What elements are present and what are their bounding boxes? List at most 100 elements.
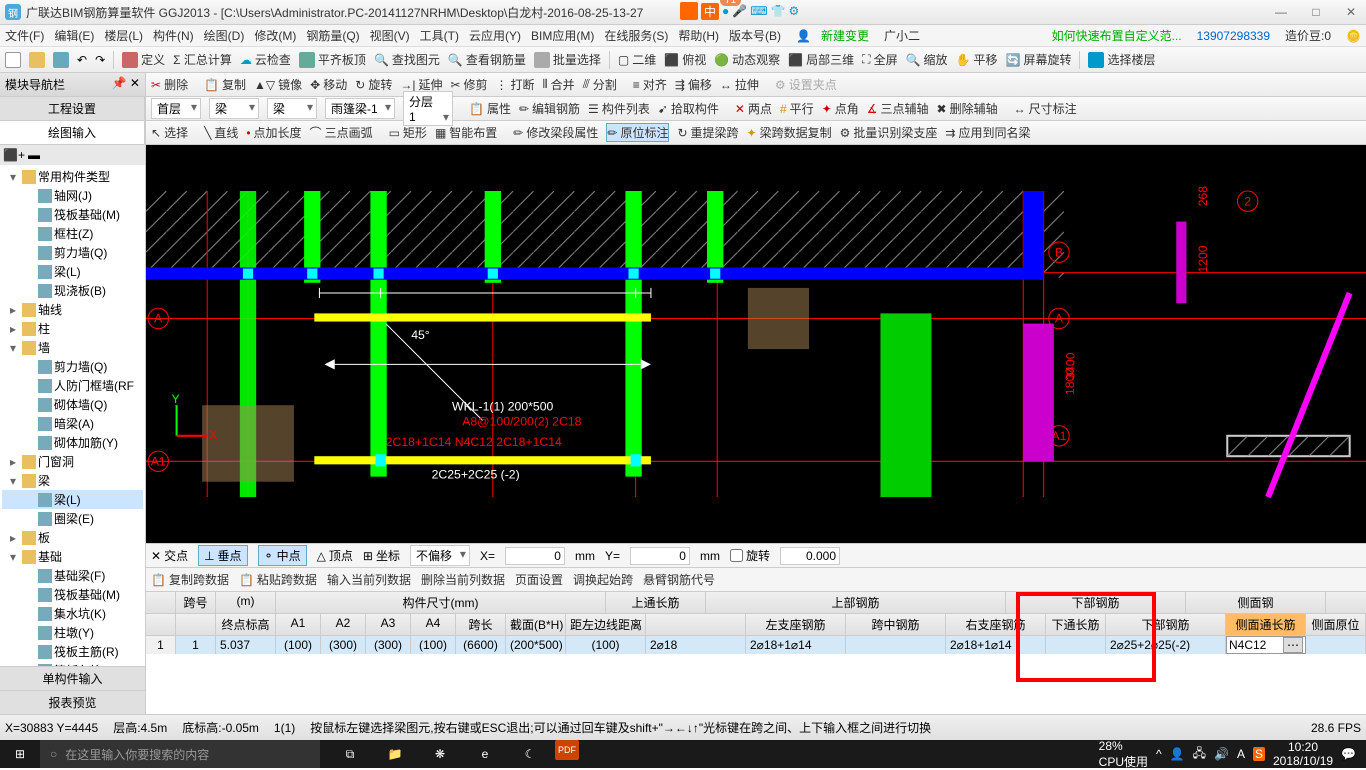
tree-item[interactable]: 筏板主筋(R) [2, 642, 143, 661]
ime-mode[interactable]: 中 [701, 3, 719, 20]
offset-dropdown[interactable]: 不偏移 [410, 545, 470, 566]
new-change-link[interactable]: 新建变更 [821, 27, 869, 44]
tree-item[interactable]: 集水坑(K) [2, 604, 143, 623]
tree-item[interactable]: 筏板基础(M) [2, 205, 143, 224]
coin-icon[interactable]: 🪙 [1346, 29, 1361, 43]
span-copy-button[interactable]: ✦梁跨数据复制 [747, 124, 832, 141]
pick-component-button[interactable]: ➹拾取构件 [658, 100, 719, 117]
move-button[interactable]: ✥移动 [310, 76, 347, 93]
floor-dropdown[interactable]: 首层 [151, 98, 201, 119]
rotate-checkbox[interactable] [730, 549, 743, 562]
tree-item[interactable]: ▸轴线 [2, 300, 143, 319]
two-point-button[interactable]: ✕两点 [735, 100, 772, 117]
menu-component[interactable]: 构件(N) [153, 27, 194, 44]
close-button[interactable]: ✕ [1341, 5, 1361, 19]
drawing-canvas[interactable]: A A1 B A A1 2 45° WKL-1(1) 200*500 A8@10… [146, 145, 1366, 543]
y-input[interactable] [630, 547, 690, 565]
trim-button[interactable]: ✂修剪 [450, 76, 487, 93]
maximize-button[interactable]: □ [1306, 5, 1326, 19]
tree-item[interactable]: 人防门框墙(RF [2, 376, 143, 395]
smart-place-button[interactable]: ▦智能布置 [435, 124, 497, 141]
tree-tool-icon2[interactable]: ▬ [28, 148, 40, 162]
delete-axis-button[interactable]: ✖删除辅轴 [937, 100, 998, 117]
tree-item[interactable]: ▾常用构件类型 [2, 167, 143, 186]
subtype-dropdown[interactable]: 雨篷梁-1 [325, 98, 395, 119]
undo-icon[interactable]: ↶ [77, 53, 87, 67]
copy-span-data-button[interactable]: 📋复制跨数据 [151, 571, 229, 588]
component-list-button[interactable]: ☰构件列表 [588, 100, 650, 117]
copy-button[interactable]: 📋复制 [204, 76, 246, 93]
tree-item[interactable]: ▾梁 [2, 471, 143, 490]
page-setup-button[interactable]: 页面设置 [515, 571, 563, 588]
offset-button[interactable]: ⇶偏移 [675, 76, 712, 93]
point-length-button[interactable]: •点加长度 [246, 124, 301, 141]
tree-item[interactable]: 基础梁(F) [2, 566, 143, 585]
three-axis-button[interactable]: ∡三点辅轴 [867, 100, 929, 117]
taskbar-search[interactable]: ○在这里输入你要搜索的内容 [40, 740, 320, 768]
open-icon[interactable] [29, 52, 45, 68]
tree-item[interactable]: 柱墩(Y) [2, 623, 143, 642]
define-button[interactable]: 定义 [122, 51, 165, 68]
break-button[interactable]: ⋮打断 [496, 76, 535, 93]
split-button[interactable]: ⫻分割 [583, 76, 617, 93]
dynamic-observe-button[interactable]: 🟢动态观察 [714, 51, 780, 68]
angle-input[interactable] [780, 547, 840, 565]
modify-span-button[interactable]: ✏修改梁段属性 [513, 124, 598, 141]
paste-span-data-button[interactable]: 📋粘贴跨数据 [239, 571, 317, 588]
tray-volume-icon[interactable]: 🔊 [1214, 747, 1229, 761]
menu-modify[interactable]: 修改(M) [254, 27, 296, 44]
screen-rotate-button[interactable]: 🔄屏幕旋转 [1006, 51, 1072, 68]
tray-up-icon[interactable]: ^ [1156, 747, 1162, 761]
tray-ime-icon[interactable]: A [1237, 747, 1245, 761]
nav-tab-draw[interactable]: 绘图输入 [0, 121, 145, 144]
inplace-annotation-button[interactable]: ✏原位标注 [606, 123, 669, 142]
menu-bim[interactable]: BIM应用(M) [531, 27, 594, 44]
minimize-button[interactable]: — [1271, 5, 1291, 19]
select-button[interactable]: ↖选择 [151, 124, 188, 141]
start-button[interactable]: ⊞ [0, 740, 40, 768]
tree-item[interactable]: ▸门窗洞 [2, 452, 143, 471]
parallel-button[interactable]: #平行 [780, 100, 814, 117]
tray-sogou-icon[interactable]: S [1253, 747, 1265, 761]
task-view-icon[interactable]: ⧉ [330, 740, 370, 768]
merge-button[interactable]: ⫴合并 [543, 76, 575, 93]
side-thru-edit-cell[interactable]: N4C12⋯ [1226, 636, 1306, 654]
menu-version[interactable]: 版本号(B) [729, 27, 781, 44]
angle-button[interactable]: ✦点角 [822, 100, 859, 117]
tree-item[interactable]: ▾基础 [2, 547, 143, 566]
save-icon[interactable] [53, 52, 69, 68]
tray-notifications-icon[interactable]: 💬 [1341, 747, 1356, 761]
table-row[interactable]: 1 1 5.037 (100) (300) (300) (100) (6600)… [146, 636, 1366, 654]
component-tree[interactable]: ▾常用构件类型轴网(J)筏板基础(M)框柱(Z)剪力墙(Q)梁(L)现浇板(B)… [0, 165, 145, 666]
account-number[interactable]: 13907298339 [1197, 29, 1270, 43]
menu-rebar[interactable]: 钢筋量(Q) [306, 27, 359, 44]
local-3d-button[interactable]: ⬛局部三维 [788, 51, 854, 68]
menu-edit[interactable]: 编辑(E) [54, 27, 94, 44]
nav-pin-icon[interactable]: 📌 ✕ [112, 76, 140, 93]
tree-item[interactable]: 筏板基础(M) [2, 585, 143, 604]
find-view-button[interactable]: 🔍查找图元 [374, 51, 440, 68]
arc-button[interactable]: ⌒三点画弧 [310, 124, 373, 141]
pan-button[interactable]: ✋平移 [956, 51, 998, 68]
look-down-button[interactable]: ⬛俯视 [664, 51, 706, 68]
nav-footer-single[interactable]: 单构件输入 [0, 666, 145, 690]
ime-sogou-icon[interactable] [680, 2, 698, 20]
input-current-button[interactable]: 输入当前列数据 [327, 571, 411, 588]
zoom-button[interactable]: 🔍缩放 [906, 51, 948, 68]
fullscreen-button[interactable]: ⛶全屏 [862, 51, 897, 68]
batch-select-button[interactable]: 批量选择 [534, 51, 601, 68]
tree-item[interactable]: 现浇板(B) [2, 281, 143, 300]
nav-tab-project[interactable]: 工程设置 [0, 97, 145, 120]
tray-clock[interactable]: 10:202018/10/19 [1273, 740, 1333, 768]
snap-mid[interactable]: ⚬中点 [258, 545, 307, 566]
select-floor-button[interactable]: 选择楼层 [1088, 51, 1155, 68]
type2-dropdown[interactable]: 梁 [267, 98, 317, 119]
tree-item[interactable]: 框柱(Z) [2, 224, 143, 243]
menu-tools[interactable]: 工具(T) [420, 27, 459, 44]
menu-floor[interactable]: 楼层(L) [104, 27, 143, 44]
tree-item[interactable]: 砌体加筋(Y) [2, 433, 143, 452]
type1-dropdown[interactable]: 梁 [209, 98, 259, 119]
tree-item[interactable]: 剪力墙(Q) [2, 357, 143, 376]
delete-button[interactable]: ✂删除 [151, 76, 188, 93]
tree-item[interactable]: 圈梁(E) [2, 509, 143, 528]
